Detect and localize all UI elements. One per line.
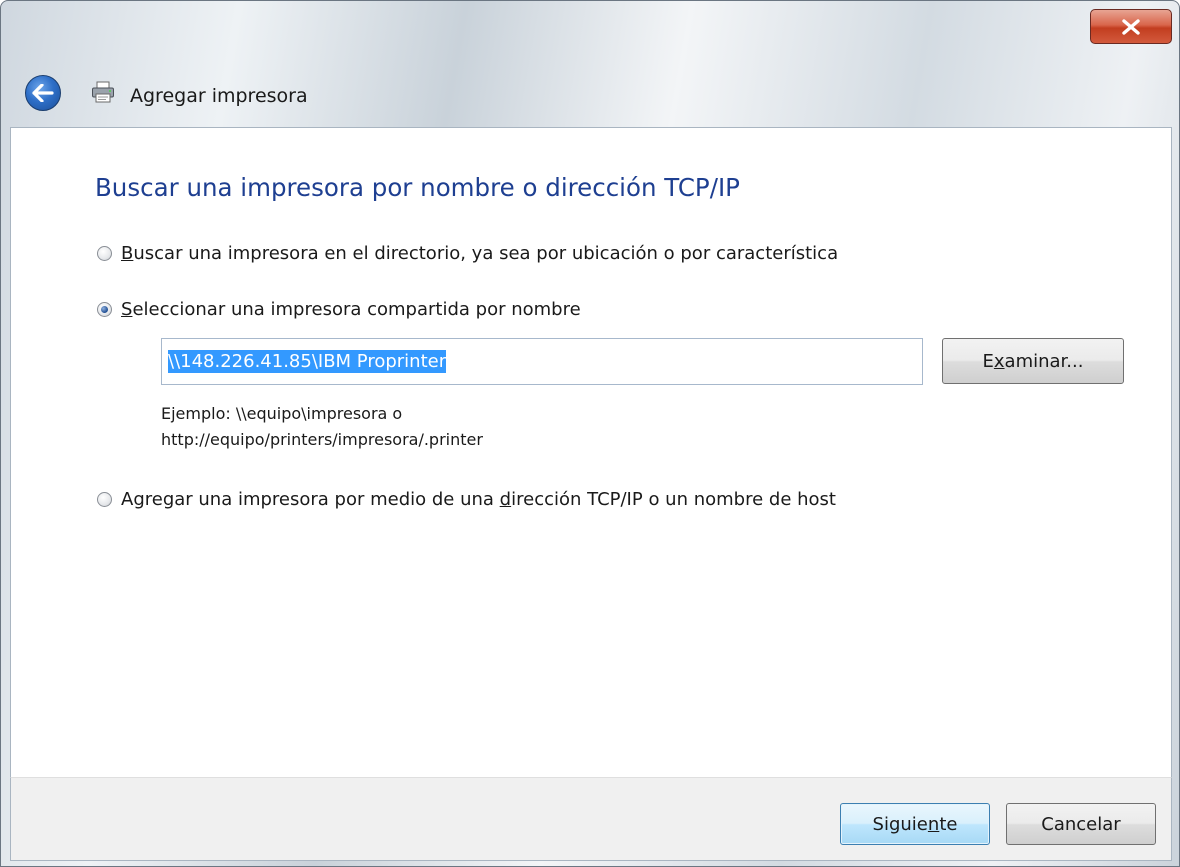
back-button[interactable] (25, 75, 61, 111)
wizard-nav-bar: Agregar impresora (11, 59, 1171, 127)
printer-icon (92, 81, 114, 103)
wizard-footer: Siguie n te Cancelar (10, 777, 1172, 861)
window-close-button[interactable] (1090, 9, 1172, 44)
option-label: Seleccionar una impresora compartida por… (121, 299, 581, 320)
add-printer-window: Agregar impresora Buscar una impresora p… (0, 0, 1180, 867)
option-select-shared-printer[interactable]: Seleccionar una impresora compartida por… (97, 299, 581, 320)
back-arrow-icon (32, 84, 54, 102)
wizard-content: Buscar una impresora por nombre o direcc… (10, 127, 1172, 777)
cancel-button[interactable]: Cancelar (1006, 803, 1156, 845)
option-label: Agregar una impresora por medio de una d… (121, 489, 836, 510)
radio-selected-dot (101, 306, 108, 313)
radio-search-directory[interactable] (97, 246, 112, 261)
radio-select-shared-printer[interactable] (97, 302, 112, 317)
example-line-2: http://equipo/printers/impresora/.printe… (161, 430, 483, 449)
option-add-by-tcpip[interactable]: Agregar una impresora por medio de una d… (97, 489, 836, 510)
page-title: Buscar una impresora por nombre o direcc… (95, 173, 740, 202)
window-title: Agregar impresora (130, 85, 308, 107)
example-hint: Ejemplo: \\equipo\impresora o http://equ… (161, 401, 483, 453)
example-line-1: Ejemplo: \\equipo\impresora o (161, 404, 403, 423)
option-search-directory[interactable]: Buscar una impresora en el directorio, y… (97, 243, 838, 264)
shared-printer-name-input[interactable]: \\148.226.41.85\IBM Proprinter (161, 338, 923, 385)
input-selected-text: \\148.226.41.85\IBM Proprinter (168, 350, 447, 373)
option-label: Buscar una impresora en el directorio, y… (121, 243, 839, 264)
next-button[interactable]: Siguie n te (840, 803, 990, 845)
radio-add-by-tcpip[interactable] (97, 492, 112, 507)
close-icon (1122, 18, 1140, 35)
browse-button[interactable]: Ex aminar... (942, 338, 1124, 384)
